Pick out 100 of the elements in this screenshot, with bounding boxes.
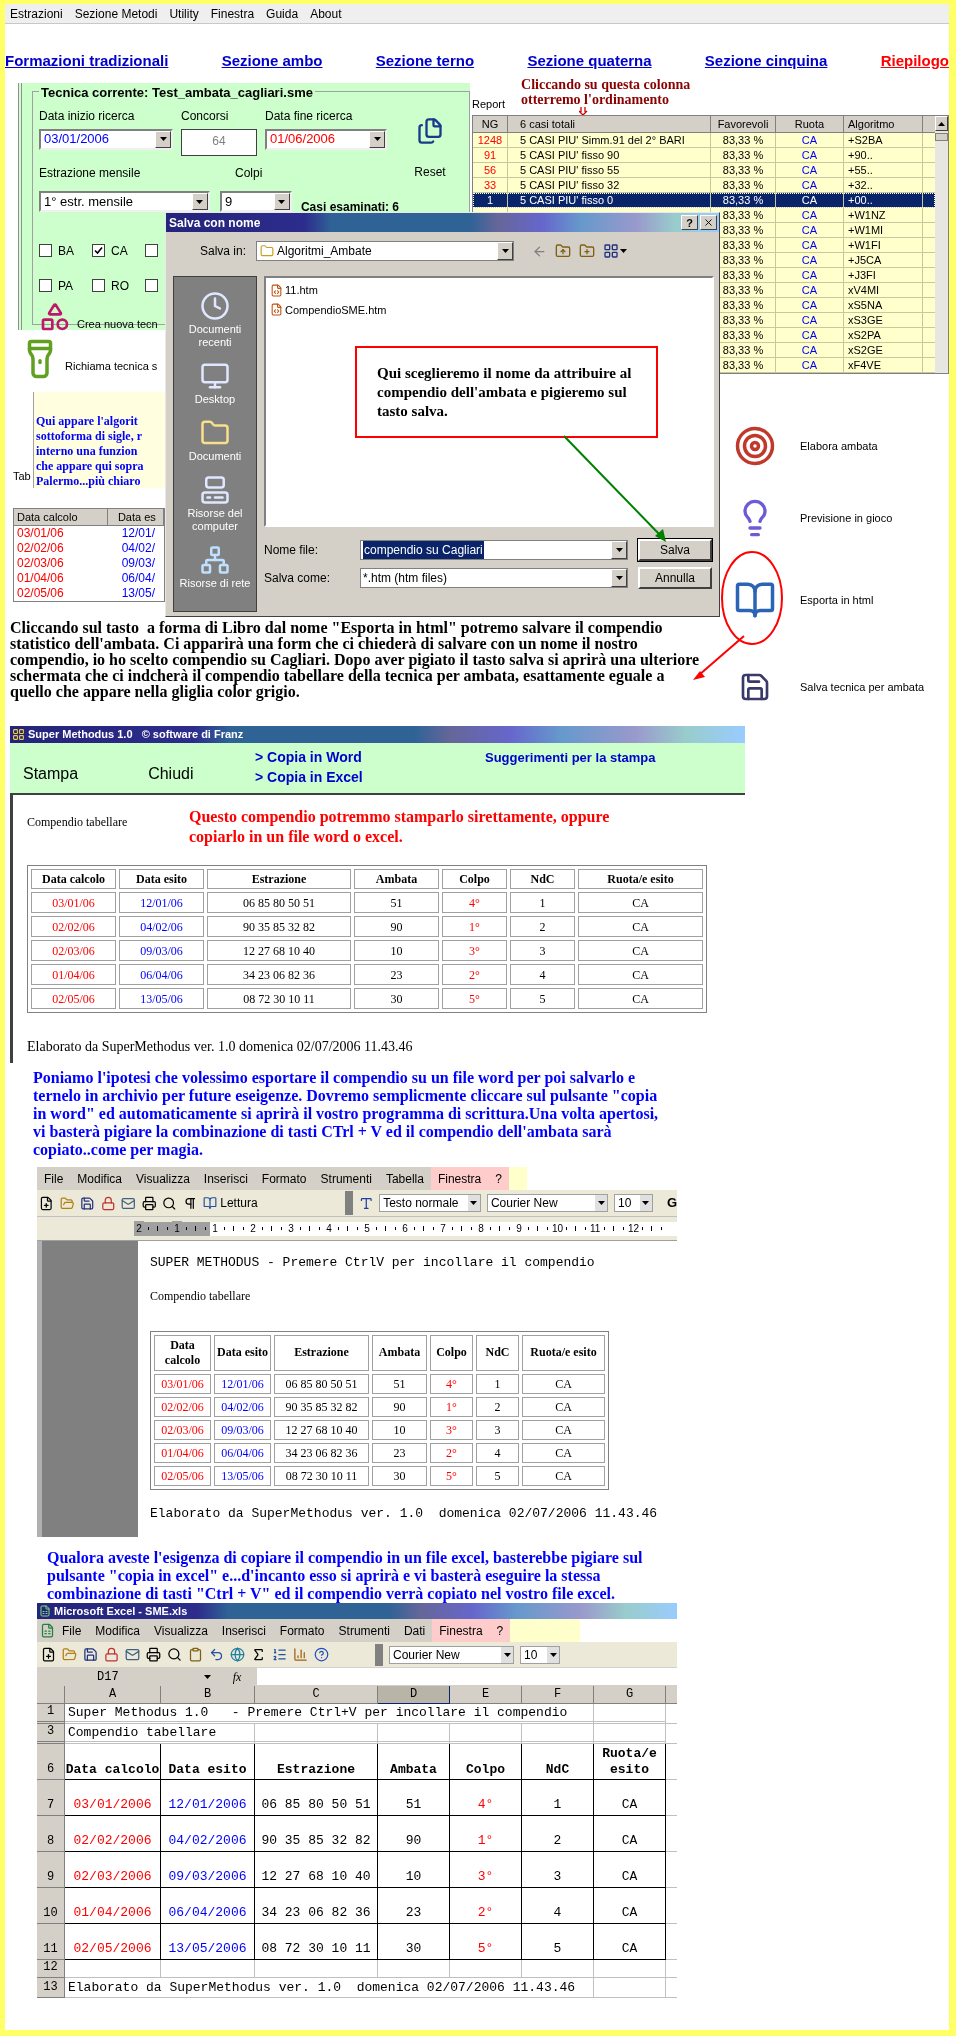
row-number: 6 [37,1744,65,1780]
row-number: 3 [37,1724,65,1744]
table-cell: 4 [510,964,575,985]
ruler-number: 6 [401,1222,409,1236]
sheet-cell: CA [594,1816,666,1852]
sheet-cell: Elaborato da SuperMethodus ver. 1.0 domenica 02/07/2006 11.43.46 [65,1978,594,1998]
table-cell: 34 23 06 82 36 [207,964,351,985]
table-cell-text: 04/02/ [120,541,156,556]
report-footer: Elaborato da SuperMethodus ver. 1.0 domenica 02/07/2006 11.43.46 [27,1036,745,1057]
table-cell-text: 02/05/06 [16,586,65,601]
ruler-number: 9 [515,1222,523,1236]
table-cell: 4° [430,1373,473,1394]
report-heading: Compendio tabellare [27,814,129,831]
sheet-cell: 5° [450,1924,522,1960]
sheet-cell: 3 [522,1852,594,1888]
sheet-cell: 08 72 30 10 11 [255,1924,378,1960]
table-cell: xF4VE [844,358,923,373]
sheet-cell: 01/04/2006 [65,1888,161,1924]
table-cell: 09/03/06 [214,1419,271,1440]
table-cell: CA [522,1373,605,1394]
table-cell: CA [578,940,703,961]
sheet-cell: 02/02/2006 [65,1816,161,1852]
reset-label: Reset [414,163,446,181]
ruler-number: 12 [628,1222,638,1236]
table-cell: 2 [476,1396,519,1417]
table-cell: 1 [476,1373,519,1394]
table-cell: 23 [354,964,439,985]
callout-text: Qui sceglieremo il nome da attribuire al compendio dell'ambata e pigieremo sul tasto salva. [377,364,633,421]
sheet-cell: CA [594,1888,666,1924]
tool-label: Salva tecnica per ambata [800,679,925,695]
table-cell: 01/04/06 [154,1442,211,1463]
dialog-title: Salva con nome [169,214,261,232]
tool-label: Elabora ambata [800,438,878,454]
table-cell: 90 35 85 32 82 [274,1396,369,1417]
field-label: Colpi [235,164,263,182]
table-cell: 3 [510,940,575,961]
table-cell: 3° [442,940,507,961]
algorithm-note: Qui appare l'algorit sottoforma di sigle, r interno una funzion che appare qui sopra Palermo...più chiaro [36,414,145,489]
table-cell: 04/02/06 [214,1396,271,1417]
table-cell: CA [522,1396,605,1417]
sheet-cell: 23 [378,1888,450,1924]
field-label: Salva come: [264,570,332,587]
sheet-cell: 4° [450,1780,522,1816]
checkbox-label: RO [111,277,129,295]
table-cell-text: 02/02/06 [16,541,65,556]
column-header: Data esito [119,869,204,889]
cases-count: Casi esaminati: 6 [300,198,399,216]
row-number: 8 [37,1816,65,1852]
table-cell: 2 [510,916,575,937]
column-heading-cell: Estrazione [255,1744,378,1780]
column-header: Ruota/e esito [578,869,703,889]
table-cell: 5 [510,988,575,1009]
row-number: 12 [37,1960,65,1978]
ruler-number: 2 [134,1221,144,1236]
ruler-number: 1 [172,1221,182,1236]
row-number: 11 [37,1924,65,1960]
table-cell-text: 09/03/ [120,556,156,571]
function-label: fx [231,1668,243,1686]
sheet-cell: 02/03/2006 [65,1852,161,1888]
table-cell: 5 [476,1465,519,1486]
field-label: Nome file: [264,542,320,559]
column-header: Ambata [354,869,439,889]
table-cell: 02/02/06 [154,1396,211,1417]
table-cell: 30 [372,1465,427,1486]
sheet-cell: 34 23 06 82 36 [255,1888,378,1924]
sheet-cell: 4 [522,1888,594,1924]
table-cell: 12 27 68 10 40 [274,1419,369,1440]
row-number: 10 [37,1888,65,1924]
table-cell: 12/01/06 [119,892,204,913]
table-cell: 06/04/06 [214,1442,271,1463]
table-cell: CA [522,1465,605,1486]
table-cell: 03/01/06 [154,1373,211,1394]
table-cell: CA [578,988,703,1009]
intro-paragraph: Cliccando sul tasto a forma di Libro dal nome "Esporta in html" potremo salvare il compendio statistico dell'ambata. Ci apparirà una form che ci chiederà di salvare con un nome il nostro compendio, io ho scelto compendio su Cagliari. Dopo aver pigiato il tasto salva si aprirà una ulteriore schermata che ci indcherà il compendio tabellare della tecnica per ambata, esattamente eguale a quello che appare nella gliglia color grigio. [10,620,700,700]
table-cell: 23 [372,1442,427,1463]
table-cell-text: 06/04/ [120,571,156,586]
table-cell: 34 23 06 82 36 [274,1442,369,1463]
table-cell: 04/02/06 [119,916,204,937]
table-cell: 10 [354,940,439,961]
column-header: Ruota/e esito [522,1334,605,1371]
column-header: Estrazione [274,1334,369,1371]
window-title: Microsoft Excel - SME.xls [54,1603,188,1619]
sheet-cell: 09/03/2006 [161,1852,255,1888]
row-number: 7 [37,1780,65,1816]
sheet-cell: 3° [450,1852,522,1888]
instruction-paragraph: Poniamo l'ipotesi che volessimo esportare il compendio su un file word per poi salvarlo e ternelo in archivio per future eseigenze. Dovremo semplicmente cliccare sul pulsante "copia in word" ed automaticamente si aprirà il vostro programma di scrittura.Una volta apertosi, vi basterà pigiare la combinazione di tasti CTrl + V ed il compendio dell'ambata sarà copiato..come per magia. [33,1069,660,1159]
table-cell: 1° [442,916,507,937]
column-heading-cell: Colpo [450,1744,522,1780]
table-cell-text: 01/04/06 [16,571,65,586]
column-header: Colpo [442,869,507,889]
sheet-cell: 2 [522,1816,594,1852]
sheet-cell: 1 [522,1780,594,1816]
table-cell-text: 13/05/ [120,586,156,601]
document-footer: Elaborato da SuperMethodus ver. 1.0 domenica 02/07/2006 11.43.46 [150,1503,677,1523]
instruction-paragraph: Qualora aveste l'esigenza di copiare il compendio in un file excel, basterebbe pigiare sul pulsante "copia in excel" e...d'incanto esso si aprirà e vi basterà eseguire la stessa combinazione di tasti "Ctrl + V" ed il compendio verrà copiato nel vostro file excel. [47,1549,644,1603]
table-cell: 4° [442,892,507,913]
document-title: SUPER METHODUS - Premere CtrlV per incollare il compendio [150,1254,596,1272]
table-cell: 02/02/06 [31,916,116,937]
table-cell-text: 12/01/ [120,526,156,541]
table-cell: 90 [372,1396,427,1417]
